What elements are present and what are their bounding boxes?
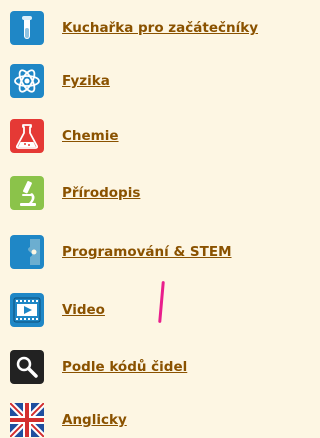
puzzle-piece-icon: [10, 235, 44, 269]
menu-item-fyzika[interactable]: Fyzika: [10, 63, 110, 99]
menu-item-anglicky[interactable]: Anglicky: [10, 402, 127, 438]
magnifier-icon: [10, 350, 44, 384]
menu-item-kucharka[interactable]: Kuchařka pro začátečníky: [10, 10, 258, 46]
menu-item-label[interactable]: Programování & STEM: [62, 244, 232, 260]
flask-icon: [10, 119, 44, 153]
uk-flag-icon: [10, 403, 44, 437]
menu-item-label[interactable]: Fyzika: [62, 73, 110, 89]
category-menu: Kuchařka pro začátečníky Fyzika Chemie P…: [0, 0, 272, 437]
menu-item-podle-kodu[interactable]: Podle kódů čidel: [10, 349, 187, 385]
atom-icon: [10, 64, 44, 98]
menu-item-label[interactable]: Přírodopis: [62, 185, 140, 201]
microscope-icon: [10, 176, 44, 210]
menu-item-chemie[interactable]: Chemie: [10, 118, 119, 154]
menu-item-label[interactable]: Chemie: [62, 128, 119, 144]
menu-item-prirodopis[interactable]: Přírodopis: [10, 175, 140, 211]
film-play-icon: [10, 293, 44, 327]
test-tube-icon: [10, 11, 44, 45]
menu-item-label[interactable]: Podle kódů čidel: [62, 359, 187, 375]
menu-item-label[interactable]: Anglicky: [62, 412, 127, 428]
menu-item-video[interactable]: Video: [10, 292, 105, 328]
menu-item-programovani[interactable]: Programování & STEM: [10, 234, 232, 270]
menu-item-label[interactable]: Kuchařka pro začátečníky: [62, 20, 258, 36]
menu-item-label[interactable]: Video: [62, 302, 105, 318]
